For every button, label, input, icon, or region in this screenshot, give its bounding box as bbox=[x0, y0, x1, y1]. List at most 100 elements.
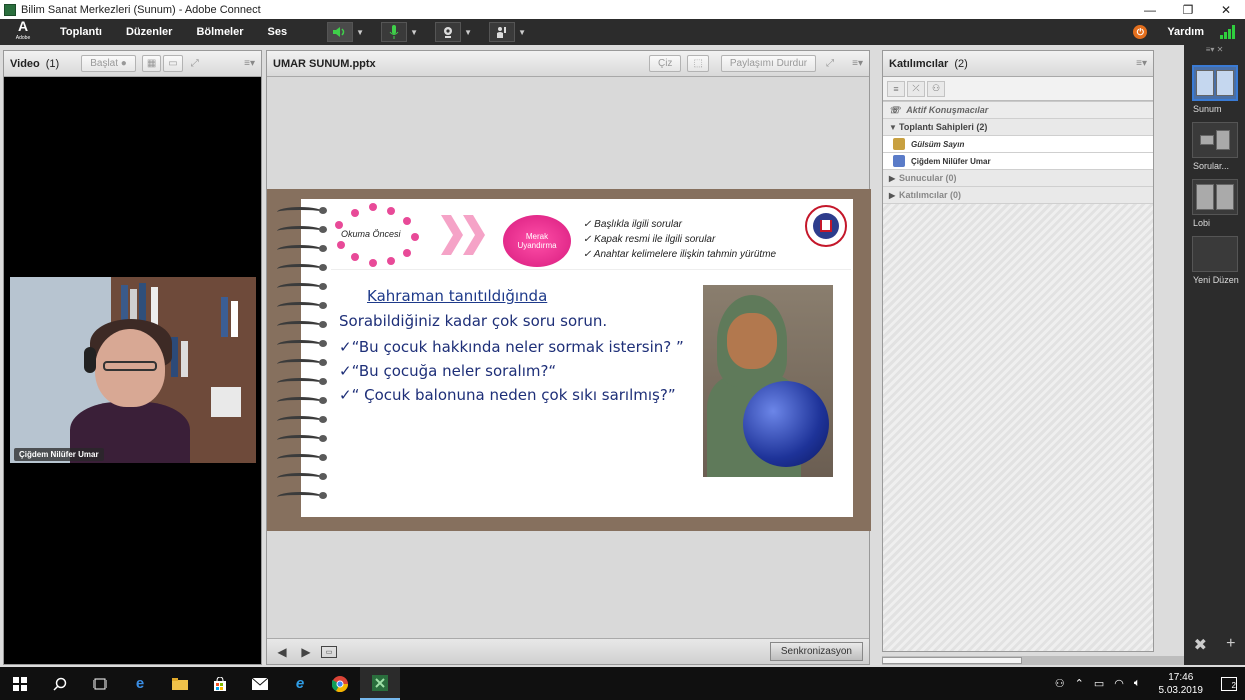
fullscreen-share-icon[interactable]: ⤢ bbox=[822, 55, 838, 72]
layout-yeni-duzen[interactable] bbox=[1191, 236, 1238, 272]
menubar: A Adobe Toplantı Düzenler Bölmeler Ses ▼… bbox=[0, 19, 1245, 45]
attendee-row[interactable]: Çiğdem Nilüfer Umar bbox=[883, 153, 1153, 170]
chrome-icon[interactable] bbox=[320, 667, 360, 700]
webcam-icon[interactable] bbox=[435, 22, 462, 42]
speaking-icon: ☏ bbox=[889, 104, 901, 115]
layout-label: Sunum bbox=[1193, 104, 1222, 114]
layout-actions: ✖ + bbox=[1184, 635, 1245, 655]
presentation-slide: Okuma Öncesi Merak Uyandırma ✓ Başlıkla … bbox=[301, 199, 853, 517]
adobe-logo-sub: Adobe bbox=[15, 35, 31, 41]
grid-view-icon[interactable]: ▦ bbox=[141, 55, 162, 72]
slide-banner: Okuma Öncesi Merak Uyandırma bbox=[331, 203, 571, 267]
menu-audio[interactable]: Ses bbox=[268, 26, 288, 38]
headset-icon bbox=[84, 347, 96, 373]
edge-browser-icon[interactable]: e bbox=[120, 667, 160, 700]
breakout-icon[interactable]: ⤫ bbox=[907, 80, 925, 97]
wifi-icon[interactable]: ◠ bbox=[1114, 677, 1124, 690]
help-menu[interactable]: Yardım bbox=[1167, 26, 1204, 38]
restore-button[interactable]: ❐ bbox=[1169, 3, 1207, 17]
attendee-name: Çiğdem Nilüfer Umar bbox=[911, 156, 991, 166]
collapsed-triangle-icon: ▶ bbox=[889, 173, 896, 183]
internet-explorer-icon[interactable]: e bbox=[280, 667, 320, 700]
layout-sorular[interactable] bbox=[1191, 122, 1238, 158]
close-button[interactable]: ✕ bbox=[1207, 3, 1245, 17]
adobe-connect-taskbar-icon[interactable] bbox=[360, 667, 400, 700]
attendee-pod-menu-icon[interactable]: ≡▾ bbox=[1136, 58, 1147, 69]
add-layout-icon[interactable]: + bbox=[1226, 635, 1235, 655]
slide-thumbnail-icon[interactable]: ▭ bbox=[321, 645, 337, 658]
slide-line: Sorabildiğiniz kadar çok soru sorun. bbox=[339, 312, 608, 330]
end-meeting-icon[interactable]: ⏻ bbox=[1133, 25, 1148, 39]
show-hidden-icons-chevron-icon[interactable]: ⌃ bbox=[1075, 677, 1084, 690]
user-role-icon[interactable]: ⚇ bbox=[927, 80, 945, 97]
minimize-button[interactable]: — bbox=[1131, 3, 1169, 17]
search-icon[interactable] bbox=[40, 667, 80, 700]
layout-sunum[interactable] bbox=[1191, 65, 1238, 101]
file-explorer-icon[interactable] bbox=[160, 667, 200, 700]
people-icon[interactable]: ⚇ bbox=[1055, 677, 1065, 690]
group-presenters[interactable]: ▶ Sunucular (0) bbox=[883, 170, 1153, 187]
mic-dropdown-icon[interactable]: ▼ bbox=[407, 22, 421, 42]
group-participants[interactable]: ▶ Katılımcılar (0) bbox=[883, 187, 1153, 204]
start-icon[interactable] bbox=[0, 667, 40, 700]
start-video-label: Başlat bbox=[90, 58, 119, 69]
clock-date: 5.03.2019 bbox=[1158, 684, 1204, 696]
pointer-tool-icon[interactable]: ⬚ bbox=[687, 55, 709, 72]
adobe-connect-window: Bilim Sanat Merkezleri (Sunum) - Adobe C… bbox=[0, 0, 1245, 700]
previous-slide-icon[interactable]: ◀ bbox=[273, 644, 291, 660]
menu-layouts[interactable]: Düzenler bbox=[126, 26, 172, 38]
task-view-icon[interactable] bbox=[80, 667, 120, 700]
battery-icon[interactable]: ▭ bbox=[1094, 677, 1104, 690]
raise-hand-icon[interactable] bbox=[489, 22, 516, 42]
next-slide-icon[interactable]: ▶ bbox=[297, 644, 315, 660]
settings-tools-icon[interactable]: ✖ bbox=[1194, 635, 1207, 655]
mail-icon[interactable] bbox=[240, 667, 280, 700]
speaker-dropdown-icon[interactable]: ▼ bbox=[353, 22, 367, 42]
slide-line: ✓“Bu çocuğa neler soralım?“ bbox=[339, 362, 557, 380]
adobe-connect-app-icon bbox=[4, 3, 16, 16]
attendee-pod-count: (2) bbox=[954, 57, 968, 70]
notification-center-icon[interactable]: 2 bbox=[1221, 676, 1237, 691]
stop-sharing-button[interactable]: Paylaşımı Durdur bbox=[720, 55, 817, 72]
clock[interactable]: 17:46 5.03.2019 bbox=[1159, 671, 1204, 697]
window-title: Bilim Sanat Merkezleri (Sunum) - Adobe C… bbox=[21, 3, 261, 16]
draw-button[interactable]: Çiz bbox=[648, 55, 682, 72]
webcam-dropdown-icon[interactable]: ▼ bbox=[461, 22, 475, 42]
fullscreen-icon[interactable]: ⤢ bbox=[187, 55, 203, 72]
okuma-oncesi-label: Okuma Öncesi bbox=[341, 229, 401, 239]
sync-button[interactable]: Senkronizasyon bbox=[769, 642, 863, 661]
share-pod-header: UMAR SUNUM.pptx Çiz ⬚ Paylaşımı Durdur ⤢… bbox=[267, 51, 869, 77]
notification-count: 2 bbox=[1231, 680, 1236, 690]
layout-lobi[interactable] bbox=[1191, 179, 1238, 215]
menu-meeting[interactable]: Toplantı bbox=[60, 26, 102, 38]
group-hosts[interactable]: ▼ Toplantı Sahipleri (2) bbox=[883, 119, 1153, 136]
volume-icon[interactable]: 🔈︎ bbox=[1134, 677, 1141, 690]
share-pod-title: UMAR SUNUM.pptx bbox=[273, 57, 376, 70]
layout-label: Yeni Düzen bbox=[1193, 275, 1239, 285]
host-user-icon bbox=[893, 155, 905, 167]
layouts-panel-menu-icon[interactable]: ≡▾ ✕ bbox=[1184, 45, 1245, 57]
menu-pods[interactable]: Bölmeler bbox=[196, 26, 243, 38]
attendee-pod: Katılımcılar (2) ≡▾ ≡ ⤫ ⚇ ☏ Aktif Konuşm… bbox=[882, 50, 1154, 652]
status-dropdown-icon[interactable]: ▼ bbox=[515, 22, 529, 42]
attendee-row[interactable]: Gülsüm Sayın bbox=[883, 136, 1153, 153]
webcam-feed: Çiğdem Nilüfer Umar bbox=[10, 277, 256, 463]
horizontal-scrollbar[interactable] bbox=[882, 656, 1184, 665]
mic-control: ▼ bbox=[381, 22, 421, 42]
adobe-logo-letter: A bbox=[17, 18, 29, 34]
chevron-arrow-icon bbox=[441, 215, 463, 255]
microphone-icon[interactable] bbox=[381, 22, 408, 42]
video-pod-menu-icon[interactable]: ≡▾ bbox=[244, 58, 255, 69]
chevron-arrow-icon bbox=[463, 215, 485, 255]
scrollbar-thumb[interactable] bbox=[882, 657, 1022, 664]
filmstrip-view-icon[interactable]: ▭ bbox=[163, 55, 183, 72]
share-pod-menu-icon[interactable]: ≡▾ bbox=[852, 58, 863, 69]
university-seal-logo bbox=[805, 205, 847, 247]
start-video-button[interactable]: Başlat ● bbox=[81, 55, 136, 72]
video-area: Çiğdem Nilüfer Umar bbox=[4, 77, 261, 664]
list-view-icon[interactable]: ≡ bbox=[887, 80, 905, 97]
speaker-icon[interactable] bbox=[327, 22, 354, 42]
windows-taskbar: e e ⚇ ⌃ ▭ ◠ 🔈︎ 17:46 5.03.2019 2 bbox=[0, 667, 1245, 700]
expanded-triangle-icon: ▼ bbox=[889, 122, 897, 132]
store-icon[interactable] bbox=[200, 667, 240, 700]
